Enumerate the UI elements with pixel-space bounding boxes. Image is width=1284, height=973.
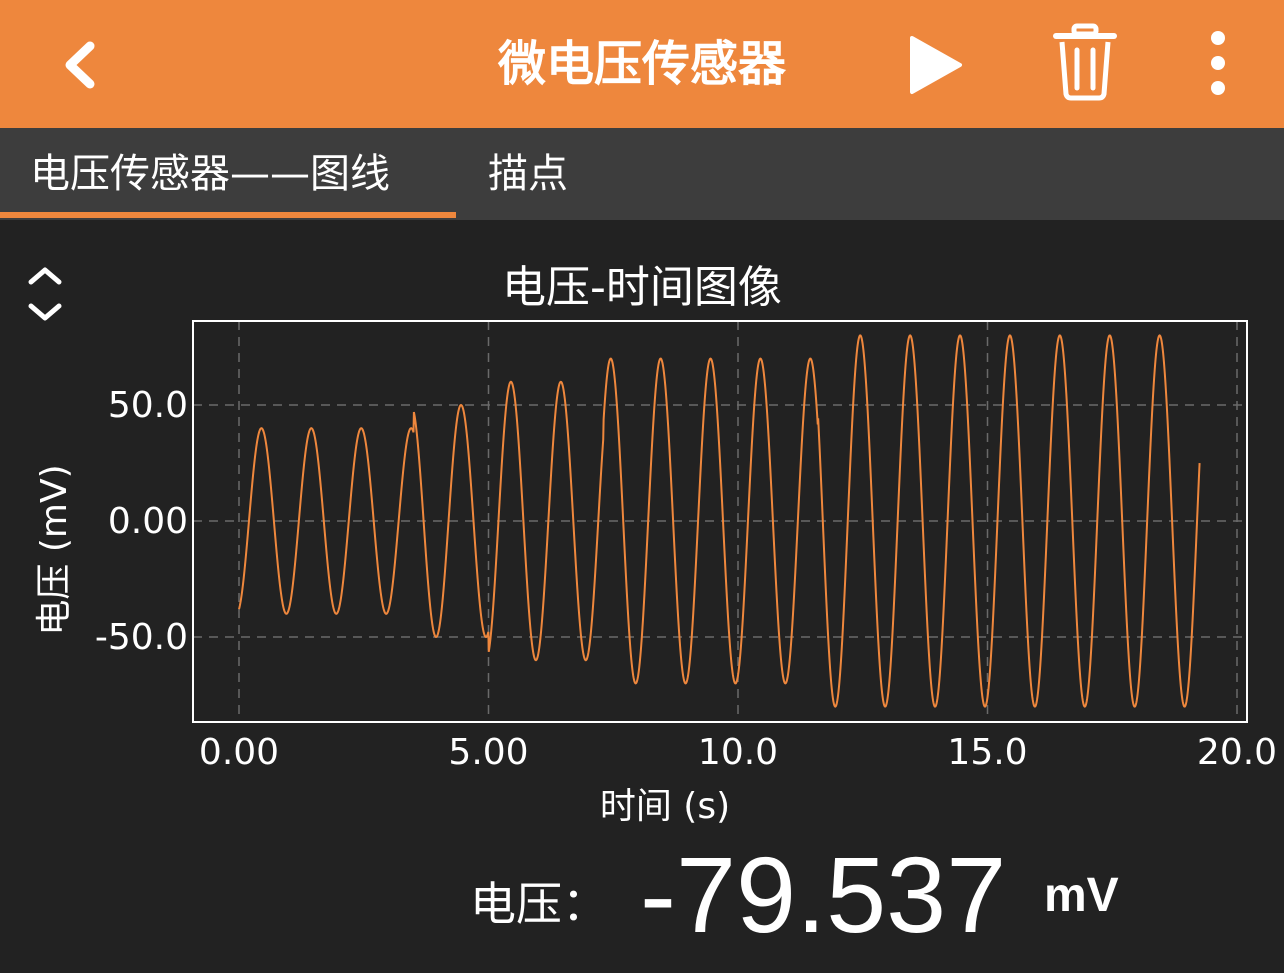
x-tick-label: 20.0 [1197,732,1277,773]
play-icon [910,36,962,94]
x-tick-label: 5.00 [448,732,528,773]
voltage-time-chart[interactable]: 电压-时间图像 50.0 0.00 -50.0 0.00 5.00 10.0 15.0 20… [0,240,1284,840]
tab-plot-points[interactable]: 描点 [488,128,568,220]
chevron-left-icon [65,41,95,89]
y-tick-label: 0.00 [108,501,188,542]
chart-title: 电压-时间图像 [502,262,782,313]
x-axis-ticks: 0.00 5.00 10.0 15.0 20.0 [199,732,1277,773]
voltage-series-line [238,334,1201,708]
back-button[interactable] [50,30,110,100]
tab-bar: 电压传感器——图线 描点 [0,128,1284,220]
app-bar: 微电压传感器 [0,0,1284,128]
x-tick-label: 10.0 [698,732,778,773]
more-options-button[interactable] [1196,26,1240,102]
x-axis-label: 时间 (s) [600,786,730,827]
y-tick-label: -50.0 [95,617,188,658]
chart-grid [193,321,1247,722]
reading-value: -79.537 [640,834,1007,955]
y-axis-ticks: 50.0 0.00 -50.0 [95,385,188,658]
y-tick-label: 50.0 [108,385,188,426]
y-axis-label: 电压 (mV) [34,464,75,635]
play-button[interactable] [900,30,970,100]
plot-area-frame [192,320,1248,723]
tab-voltage-graph[interactable]: 电压传感器——图线 [30,128,390,220]
trash-icon [1053,23,1117,101]
x-tick-label: 15.0 [947,732,1027,773]
reading-unit: mV [1044,869,1119,922]
active-tab-indicator [0,212,456,218]
current-reading: 电压： -79.537 mV [0,840,1284,970]
x-tick-label: 0.00 [199,732,279,773]
more-vertical-icon [1211,31,1225,95]
delete-button[interactable] [1050,22,1120,102]
reading-label: 电压： [470,877,608,931]
